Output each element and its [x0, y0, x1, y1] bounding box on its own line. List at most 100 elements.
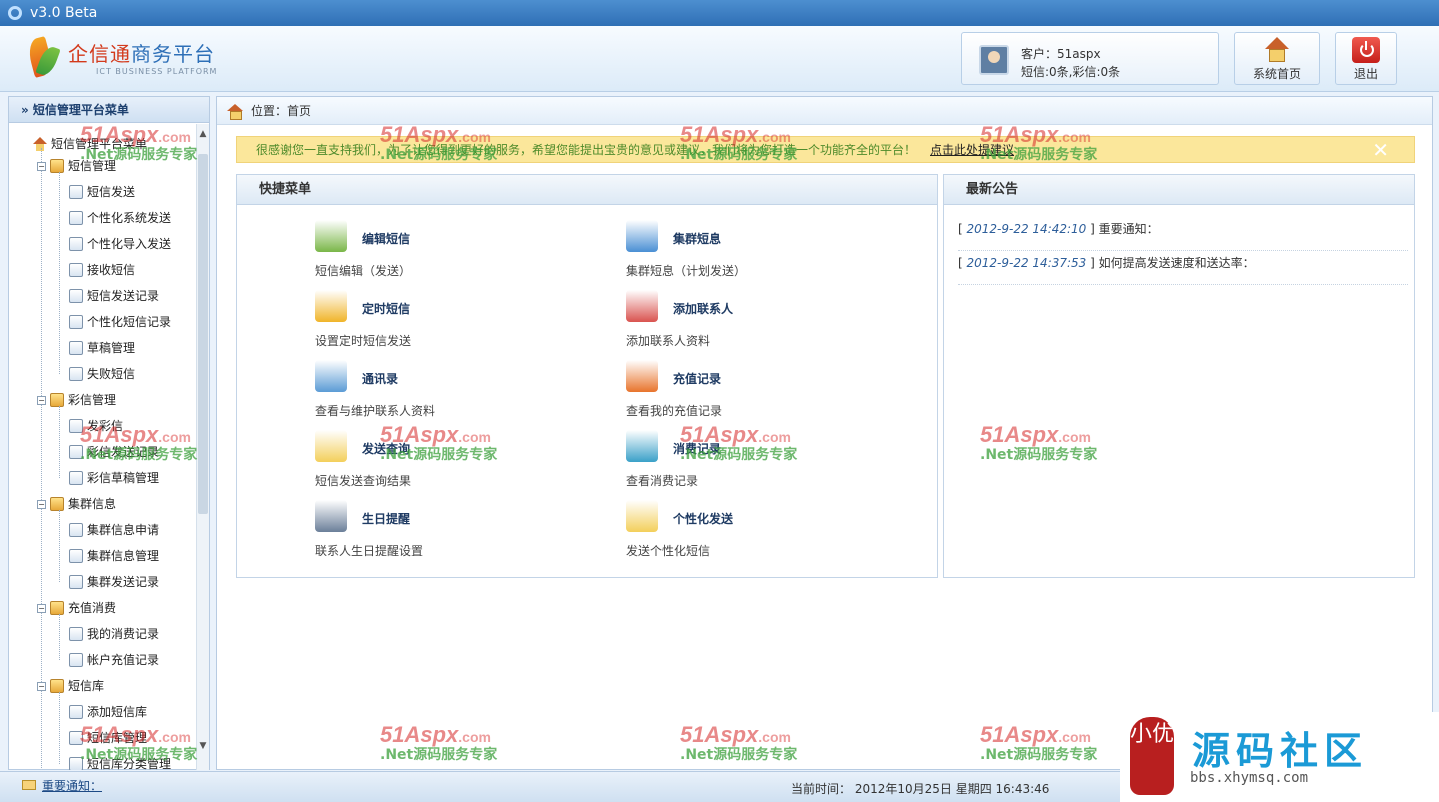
tree-root[interactable]: 短信管理平台菜单	[33, 134, 147, 154]
breadcrumb: 位置：首页	[217, 97, 1432, 125]
logo-subtitle: ICT BUSINESS PLATFORM	[96, 67, 218, 76]
sidebar-item[interactable]: 个性化短信记录	[69, 312, 171, 332]
quick-item-desc: 添加联系人资料	[626, 334, 711, 348]
tree-connector	[59, 172, 60, 374]
quick-item-title[interactable]: 添加联系人	[673, 300, 733, 317]
announcement-row[interactable]: [ 2012-9-22 14:42:10 ] 重要通知：	[958, 217, 1408, 251]
document-icon	[69, 575, 83, 589]
quick-menu-item[interactable]: 集群短息 集群短息（计划发送）	[626, 220, 886, 280]
document-icon	[69, 731, 83, 745]
sidebar-item[interactable]: 帐户充值记录	[69, 650, 159, 670]
sidebar-scrollbar[interactable]: ▲ ▼	[196, 124, 209, 770]
quick-item-title[interactable]: 定时短信	[362, 300, 410, 317]
quick-item-icon[interactable]	[315, 220, 347, 252]
folder-icon	[50, 159, 64, 173]
quick-item-title[interactable]: 集群短息	[673, 230, 721, 247]
sidebar-group[interactable]: − 短信管理	[37, 156, 116, 176]
folder-icon	[50, 679, 64, 693]
sidebar-item[interactable]: 发彩信	[69, 416, 123, 436]
quick-menu-item[interactable]: 个性化发送 发送个性化短信	[626, 500, 886, 560]
collapse-icon[interactable]: −	[37, 603, 46, 613]
quick-item-icon[interactable]	[626, 220, 658, 252]
sidebar-item[interactable]: 集群信息管理	[69, 546, 159, 566]
quick-menu-item[interactable]: 定时短信设置定时短信发送	[315, 290, 575, 350]
seal-logo-icon: 小优	[1130, 717, 1174, 795]
quick-item-icon[interactable]	[315, 360, 347, 392]
watermark-site-name: 源码社区	[1192, 729, 1369, 773]
announcement-row[interactable]: [ 2012-9-22 14:37:53 ] 如何提高发送速度和送达率：	[958, 251, 1408, 285]
sidebar-item[interactable]: 失败短信	[69, 364, 135, 384]
sidebar-item[interactable]: 我的消费记录	[69, 624, 159, 644]
quick-menu-item[interactable]: 编辑短信短信编辑（发送）	[315, 220, 575, 280]
site-watermark: 小优 源码社区 bbs.xhymsq.com	[1120, 712, 1439, 802]
scroll-down-icon[interactable]: ▼	[198, 740, 208, 752]
quick-item-title[interactable]: 发送查询	[362, 440, 410, 457]
document-icon	[69, 445, 83, 459]
close-icon[interactable]: ✕	[1372, 140, 1389, 160]
sidebar-item[interactable]: 个性化系统发送	[69, 208, 171, 228]
quick-menu-item[interactable]: 充值记录查看我的充值记录	[626, 360, 886, 420]
sidebar-group[interactable]: − 充值消费	[37, 598, 116, 618]
menu-tree: 短信管理平台菜单 − 短信管理短信发送个性化系统发送 个性化导入发送 接收短信短信发送…	[9, 124, 195, 770]
quick-item-icon[interactable]	[315, 430, 347, 462]
sidebar-item[interactable]: 集群发送记录	[69, 572, 159, 592]
quick-menu-title: 快捷菜单	[237, 175, 937, 205]
quick-item-desc: 短信编辑（发送）	[315, 264, 412, 278]
quick-item-desc: 查看消费记录	[626, 474, 699, 488]
collapse-icon[interactable]: −	[37, 395, 46, 405]
user-info-box: 客户：51aspx 短信:0条,彩信:0条	[961, 32, 1219, 85]
sidebar-item[interactable]: 集群信息申请	[69, 520, 159, 540]
quick-item-icon[interactable]	[626, 360, 658, 392]
document-icon	[69, 211, 83, 225]
sidebar-item[interactable]: 短信库分类管理	[69, 754, 171, 770]
quick-item-title[interactable]: 编辑短信	[362, 230, 410, 247]
sidebar-group[interactable]: − 集群信息	[37, 494, 116, 514]
feedback-notice: 很感谢您一直支持我们，为了让您得到更好的服务，希望您能提出宝贵的意见或建议，我们…	[236, 136, 1415, 163]
quick-item-icon[interactable]	[315, 500, 347, 532]
document-icon	[69, 627, 83, 641]
collapse-icon[interactable]: −	[37, 161, 46, 171]
quick-item-desc: 查看我的充值记录	[626, 404, 723, 418]
sidebar-item[interactable]: 短信发送	[69, 182, 135, 202]
sidebar-item[interactable]: 彩信发送记录	[69, 442, 159, 462]
quick-item-title[interactable]: 个性化发送	[673, 510, 733, 527]
quick-menu-item[interactable]: 生日提醒联系人生日提醒设置	[315, 500, 575, 560]
quick-item-title[interactable]: 生日提醒	[362, 510, 410, 527]
sidebar-item[interactable]: 个性化导入发送	[69, 234, 171, 254]
quick-item-icon[interactable]	[626, 290, 658, 322]
logo: 企信通商务平台 ICT BUSINESS PLATFORM	[25, 36, 218, 78]
sidebar-group[interactable]: − 彩信管理	[37, 390, 116, 410]
tree-connector	[59, 692, 60, 764]
quick-menu-item[interactable]: 添加联系人添加联系人资料	[626, 290, 886, 350]
document-icon	[69, 263, 83, 277]
collapse-icon[interactable]: −	[37, 499, 46, 509]
important-notice-link[interactable]: 重要通知：	[42, 777, 102, 794]
quick-item-icon[interactable]	[315, 290, 347, 322]
sidebar-item[interactable]: 草稿管理	[69, 338, 135, 358]
sidebar-item[interactable]: 接收短信	[69, 260, 135, 280]
announcement-title-text: 重要通知：	[1098, 222, 1159, 236]
scrollbar-thumb[interactable]	[198, 154, 208, 514]
sidebar-item[interactable]: 添加短信库	[69, 702, 147, 722]
quick-menu-item[interactable]: 消费记录查看消费记录	[626, 430, 886, 490]
quick-item-title[interactable]: 消费记录	[673, 440, 721, 457]
document-icon	[69, 419, 83, 433]
quick-menu-item[interactable]: 通讯录 查看与维护联系人资料	[315, 360, 575, 420]
sidebar-item[interactable]: 短信库管理	[69, 728, 147, 748]
quick-item-icon[interactable]	[626, 430, 658, 462]
sidebar-group[interactable]: − 短信库	[37, 676, 104, 696]
sidebar-item[interactable]: 彩信草稿管理	[69, 468, 159, 488]
quick-item-title[interactable]: 通讯录	[362, 370, 398, 387]
quick-item-desc: 联系人生日提醒设置	[315, 544, 424, 558]
exit-button[interactable]: 退出	[1335, 32, 1397, 85]
suggestion-link[interactable]: 点击此处提建议	[930, 141, 1014, 158]
quick-item-title[interactable]: 充值记录	[673, 370, 721, 387]
sidebar-item[interactable]: 短信发送记录	[69, 286, 159, 306]
tree-connector	[59, 510, 60, 582]
quick-item-desc: 设置定时短信发送	[315, 334, 412, 348]
collapse-icon[interactable]: −	[37, 681, 46, 691]
quick-menu-item[interactable]: 发送查询 短信发送查询结果	[315, 430, 575, 490]
quick-item-icon[interactable]	[626, 500, 658, 532]
scroll-up-icon[interactable]: ▲	[198, 128, 208, 140]
system-home-button[interactable]: 系统首页	[1234, 32, 1320, 85]
